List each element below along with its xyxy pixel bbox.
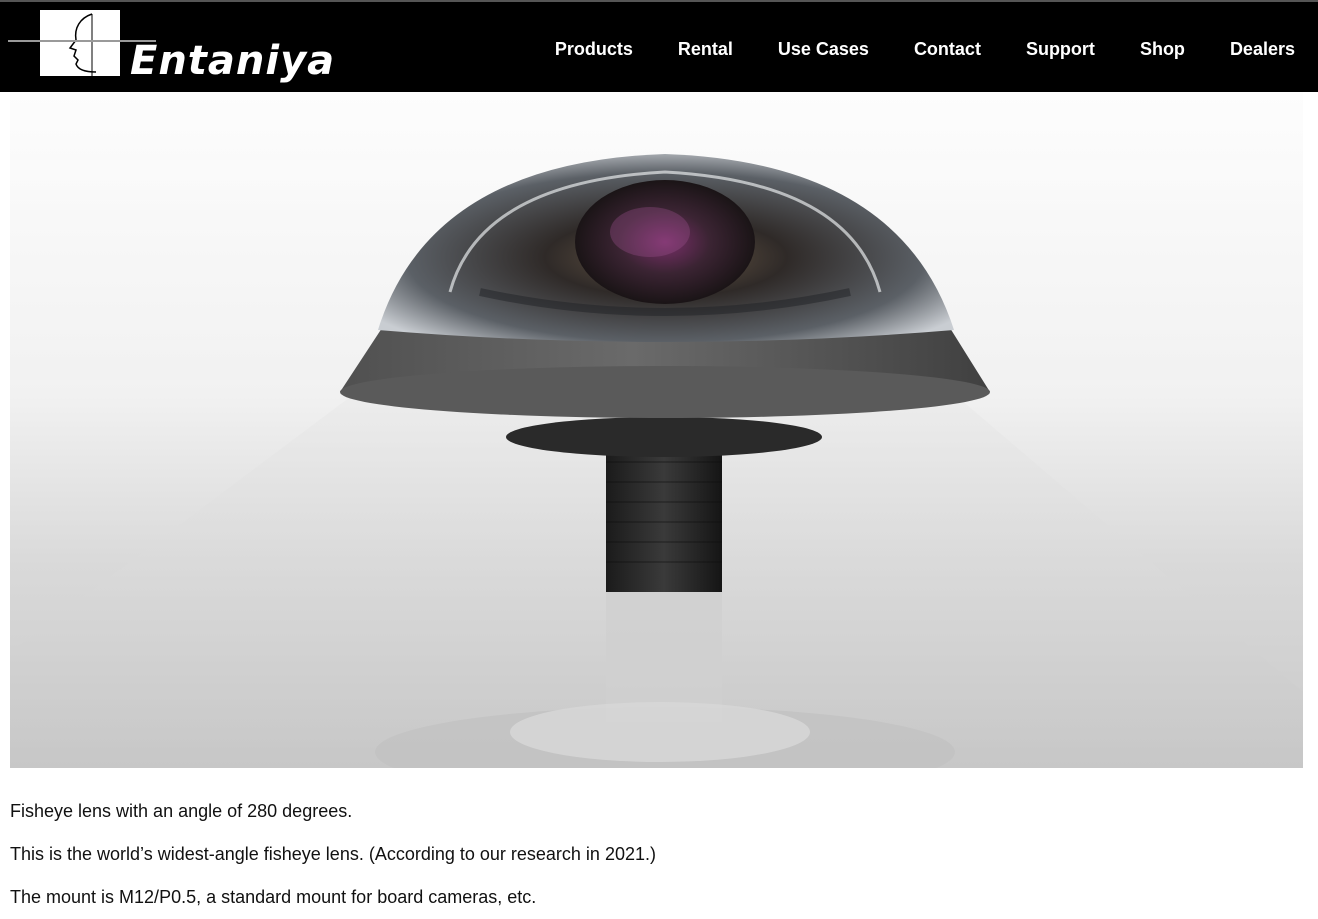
face-profile-icon [68,13,97,76]
nav-contact[interactable]: Contact [892,4,1004,94]
nav-shop[interactable]: Shop [1118,4,1208,94]
logo-face-mark [40,10,120,76]
nav-use-cases[interactable]: Use Cases [756,4,892,94]
logo-wordmark: Entaniya [130,38,336,84]
fisheye-lens-photo [10,154,1303,768]
nav-rental[interactable]: Rental [656,4,756,94]
entaniya-logo[interactable]: Entaniya [8,8,353,88]
nav-dealers[interactable]: Dealers [1208,4,1318,94]
description-line-2: This is the world’s widest-angle fisheye… [10,844,656,864]
nav-products[interactable]: Products [533,4,656,94]
site-header: Entaniya Products Rental Use Cases Conta… [0,2,1318,92]
nav-support[interactable]: Support [1004,4,1118,94]
main-nav: Products Rental Use Cases Contact Suppor… [533,4,1318,94]
description-line-1: Fisheye lens with an angle of 280 degree… [10,801,353,821]
description-line-3: The mount is M12/P0.5, a standard mount … [10,887,537,907]
product-description: Fisheye lens with an angle of 280 degree… [10,790,1300,919]
hero-image [10,92,1303,768]
